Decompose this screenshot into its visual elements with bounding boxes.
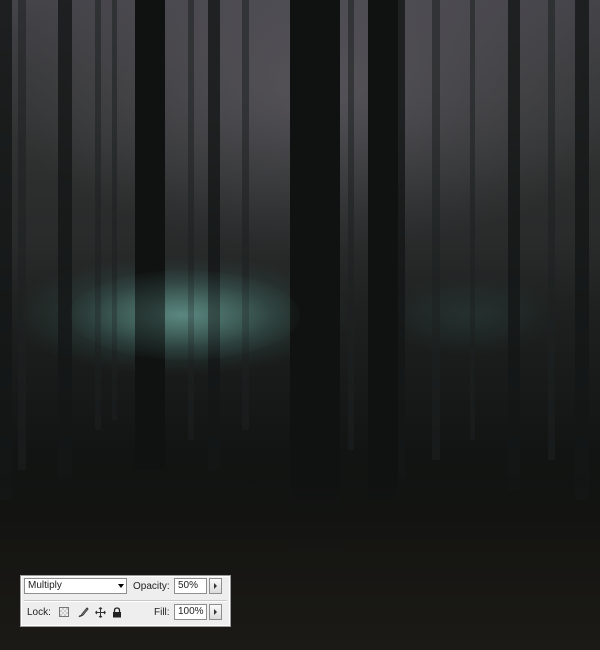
lock-position-icon[interactable] xyxy=(94,606,106,618)
tree-trunk xyxy=(290,0,340,560)
lock-row: Lock: Fill: 100% xyxy=(21,602,230,624)
tree-trunk xyxy=(135,0,165,470)
blend-mode-select[interactable]: Multiply xyxy=(24,578,127,594)
tree-trunk xyxy=(348,0,354,450)
opacity-value: 50% xyxy=(178,580,199,591)
opacity-input[interactable]: 50% xyxy=(174,578,207,594)
blend-mode-value: Multiply xyxy=(28,580,62,591)
tree-trunk xyxy=(575,0,589,500)
lock-label: Lock: xyxy=(27,607,51,618)
layer-options-panel: Multiply Opacity: 50% Lock: Fill: 100% xyxy=(20,575,231,627)
teal-glow xyxy=(70,270,300,360)
tree-trunk xyxy=(470,0,475,440)
tree-trunk xyxy=(95,0,101,430)
document-canvas[interactable]: Multiply Opacity: 50% Lock: Fill: 100% xyxy=(0,0,600,650)
fill-value: 100% xyxy=(178,606,204,617)
tree-trunk xyxy=(432,0,440,460)
tree-trunk xyxy=(112,0,117,420)
tree-trunk xyxy=(508,0,520,490)
fill-label: Fill: xyxy=(154,607,170,618)
tree-trunk xyxy=(18,0,26,470)
fill-slider-arrow-icon[interactable] xyxy=(209,604,222,620)
tree-trunk xyxy=(548,0,555,460)
fill-input[interactable]: 100% xyxy=(174,604,207,620)
tree-trunk xyxy=(0,0,12,500)
tree-trunk xyxy=(58,0,72,480)
lock-image-pixels-icon[interactable] xyxy=(77,606,89,618)
tree-trunk xyxy=(242,0,249,430)
lock-transparent-pixels-icon[interactable] xyxy=(59,607,69,617)
opacity-label: Opacity: xyxy=(133,581,170,592)
tree-trunk xyxy=(368,0,398,500)
opacity-slider-arrow-icon[interactable] xyxy=(209,578,222,594)
tree-trunk xyxy=(188,0,194,440)
tree-trunk xyxy=(208,0,220,470)
chevron-down-icon xyxy=(118,584,124,588)
lock-all-icon[interactable] xyxy=(111,606,123,618)
